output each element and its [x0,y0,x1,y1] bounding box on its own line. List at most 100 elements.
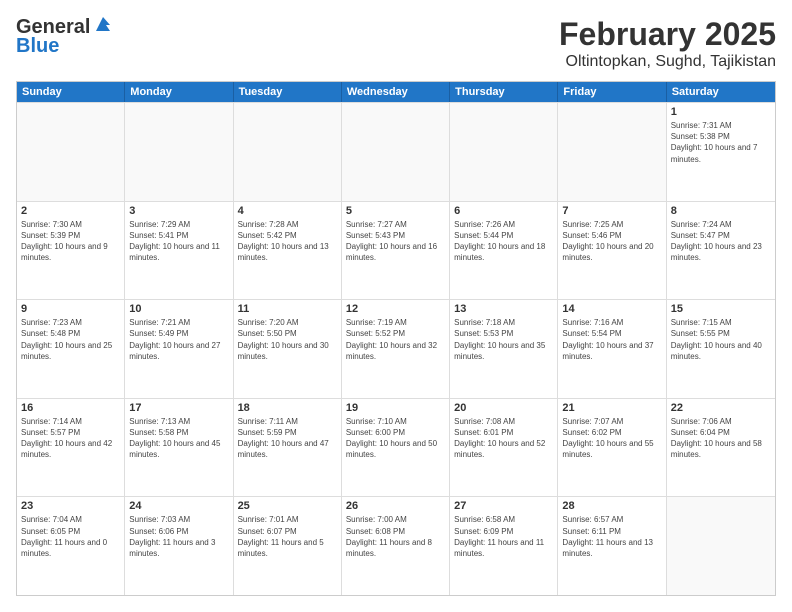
cal-cell-4-5: 28 Sunrise: 6:57 AM Sunset: 6:11 PM Dayli… [558,497,666,595]
day-info: Sunrise: 7:26 AM Sunset: 5:44 PM Dayligh… [454,219,553,264]
cal-cell-0-2 [234,103,342,201]
day-number: 12 [346,303,445,315]
day-number: 5 [346,205,445,217]
day-number: 20 [454,402,553,414]
day-number: 21 [562,402,661,414]
cal-cell-4-0: 23 Sunrise: 7:04 AM Sunset: 6:05 PM Dayli… [17,497,125,595]
cal-cell-2-1: 10 Sunrise: 7:21 AM Sunset: 5:49 PM Dayli… [125,300,233,398]
calendar: SundayMondayTuesdayWednesdayThursdayFrid… [16,81,776,596]
day-info: Sunrise: 7:00 AM Sunset: 6:08 PM Dayligh… [346,514,445,559]
day-info: Sunrise: 7:21 AM Sunset: 5:49 PM Dayligh… [129,317,228,362]
title-block: February 2025 Oltintopkan, Sughd, Tajiki… [559,16,776,71]
header-day-sunday: Sunday [17,82,125,102]
cal-cell-2-6: 15 Sunrise: 7:15 AM Sunset: 5:55 PM Dayli… [667,300,775,398]
day-info: Sunrise: 7:31 AM Sunset: 5:38 PM Dayligh… [671,120,771,165]
day-number: 24 [129,500,228,512]
logo-icon [92,13,114,35]
cal-cell-3-2: 18Sunrise: 7:11 AM Sunset: 5:59 PM Dayli… [234,399,342,497]
cal-cell-3-0: 16 Sunrise: 7:14 AM Sunset: 5:57 PM Dayli… [17,399,125,497]
day-number: 17 [129,402,228,414]
day-number: 27 [454,500,553,512]
cal-cell-1-0: 2 Sunrise: 7:30 AM Sunset: 5:39 PM Daylig… [17,202,125,300]
cal-cell-0-1 [125,103,233,201]
cal-cell-4-4: 27Sunrise: 6:58 AM Sunset: 6:09 PM Dayli… [450,497,558,595]
day-info: Sunrise: 7:07 AM Sunset: 6:02 PM Dayligh… [562,416,661,461]
cal-cell-1-3: 5 Sunrise: 7:27 AM Sunset: 5:43 PM Daylig… [342,202,450,300]
header-day-friday: Friday [558,82,666,102]
header-day-saturday: Saturday [667,82,775,102]
week-row-5: 23 Sunrise: 7:04 AM Sunset: 6:05 PM Dayli… [17,496,775,595]
day-number: 6 [454,205,553,217]
day-number: 13 [454,303,553,315]
calendar-subtitle: Oltintopkan, Sughd, Tajikistan [559,53,776,71]
week-row-3: 9Sunrise: 7:23 AM Sunset: 5:48 PM Daylig… [17,299,775,398]
day-info: Sunrise: 7:04 AM Sunset: 6:05 PM Dayligh… [21,514,120,559]
day-number: 14 [562,303,661,315]
cal-cell-4-3: 26 Sunrise: 7:00 AM Sunset: 6:08 PM Dayli… [342,497,450,595]
day-number: 19 [346,402,445,414]
cal-cell-0-5 [558,103,666,201]
day-info: Sunrise: 7:16 AM Sunset: 5:54 PM Dayligh… [562,317,661,362]
cal-cell-2-0: 9Sunrise: 7:23 AM Sunset: 5:48 PM Daylig… [17,300,125,398]
day-info: Sunrise: 7:24 AM Sunset: 5:47 PM Dayligh… [671,219,771,264]
day-number: 26 [346,500,445,512]
cal-cell-2-5: 14 Sunrise: 7:16 AM Sunset: 5:54 PM Dayli… [558,300,666,398]
day-info: Sunrise: 7:06 AM Sunset: 6:04 PM Dayligh… [671,416,771,461]
day-number: 2 [21,205,120,217]
day-number: 8 [671,205,771,217]
calendar-title: February 2025 [559,16,776,53]
day-number: 25 [238,500,337,512]
header-day-thursday: Thursday [450,82,558,102]
day-info: Sunrise: 7:25 AM Sunset: 5:46 PM Dayligh… [562,219,661,264]
cal-cell-4-2: 25 Sunrise: 7:01 AM Sunset: 6:07 PM Dayli… [234,497,342,595]
day-info: Sunrise: 7:18 AM Sunset: 5:53 PM Dayligh… [454,317,553,362]
cal-cell-3-6: 22 Sunrise: 7:06 AM Sunset: 6:04 PM Dayli… [667,399,775,497]
cal-cell-3-3: 19Sunrise: 7:10 AM Sunset: 6:00 PM Dayli… [342,399,450,497]
cal-cell-1-2: 4Sunrise: 7:28 AM Sunset: 5:42 PM Daylig… [234,202,342,300]
cal-cell-1-1: 3Sunrise: 7:29 AM Sunset: 5:41 PM Daylig… [125,202,233,300]
day-number: 16 [21,402,120,414]
day-info: Sunrise: 7:14 AM Sunset: 5:57 PM Dayligh… [21,416,120,461]
day-info: Sunrise: 7:20 AM Sunset: 5:50 PM Dayligh… [238,317,337,362]
logo: General Blue [16,16,114,58]
day-number: 15 [671,303,771,315]
day-info: Sunrise: 7:08 AM Sunset: 6:01 PM Dayligh… [454,416,553,461]
calendar-header: SundayMondayTuesdayWednesdayThursdayFrid… [17,82,775,102]
header-day-monday: Monday [125,82,233,102]
cal-cell-0-4 [450,103,558,201]
cal-cell-0-3 [342,103,450,201]
day-info: Sunrise: 7:15 AM Sunset: 5:55 PM Dayligh… [671,317,771,362]
cal-cell-1-5: 7Sunrise: 7:25 AM Sunset: 5:46 PM Daylig… [558,202,666,300]
cal-cell-1-4: 6 Sunrise: 7:26 AM Sunset: 5:44 PM Daylig… [450,202,558,300]
day-number: 11 [238,303,337,315]
cal-cell-4-1: 24 Sunrise: 7:03 AM Sunset: 6:06 PM Dayli… [125,497,233,595]
day-number: 3 [129,205,228,217]
day-number: 23 [21,500,120,512]
day-number: 22 [671,402,771,414]
calendar-body: 1 Sunrise: 7:31 AM Sunset: 5:38 PM Daylig… [17,102,775,595]
day-info: Sunrise: 7:19 AM Sunset: 5:52 PM Dayligh… [346,317,445,362]
day-info: Sunrise: 7:30 AM Sunset: 5:39 PM Dayligh… [21,219,120,264]
day-number: 4 [238,205,337,217]
day-info: Sunrise: 7:01 AM Sunset: 6:07 PM Dayligh… [238,514,337,559]
header-day-wednesday: Wednesday [342,82,450,102]
cal-cell-0-6: 1 Sunrise: 7:31 AM Sunset: 5:38 PM Daylig… [667,103,775,201]
cal-cell-3-4: 20 Sunrise: 7:08 AM Sunset: 6:01 PM Dayli… [450,399,558,497]
header-day-tuesday: Tuesday [234,82,342,102]
day-number: 28 [562,500,661,512]
day-info: Sunrise: 7:27 AM Sunset: 5:43 PM Dayligh… [346,219,445,264]
day-number: 1 [671,106,771,118]
cal-cell-2-2: 11 Sunrise: 7:20 AM Sunset: 5:50 PM Dayli… [234,300,342,398]
day-info: Sunrise: 7:23 AM Sunset: 5:48 PM Dayligh… [21,317,120,362]
day-info: Sunrise: 6:57 AM Sunset: 6:11 PM Dayligh… [562,514,661,559]
calendar-page: General Blue February 2025 Oltintopkan, … [0,0,792,612]
week-row-1: 1 Sunrise: 7:31 AM Sunset: 5:38 PM Daylig… [17,102,775,201]
cal-cell-1-6: 8 Sunrise: 7:24 AM Sunset: 5:47 PM Daylig… [667,202,775,300]
cal-cell-0-0 [17,103,125,201]
day-number: 10 [129,303,228,315]
day-info: Sunrise: 7:03 AM Sunset: 6:06 PM Dayligh… [129,514,228,559]
cal-cell-2-4: 13 Sunrise: 7:18 AM Sunset: 5:53 PM Dayli… [450,300,558,398]
cal-cell-3-5: 21 Sunrise: 7:07 AM Sunset: 6:02 PM Dayli… [558,399,666,497]
cal-cell-3-1: 17Sunrise: 7:13 AM Sunset: 5:58 PM Dayli… [125,399,233,497]
day-info: Sunrise: 7:11 AM Sunset: 5:59 PM Dayligh… [238,416,337,461]
